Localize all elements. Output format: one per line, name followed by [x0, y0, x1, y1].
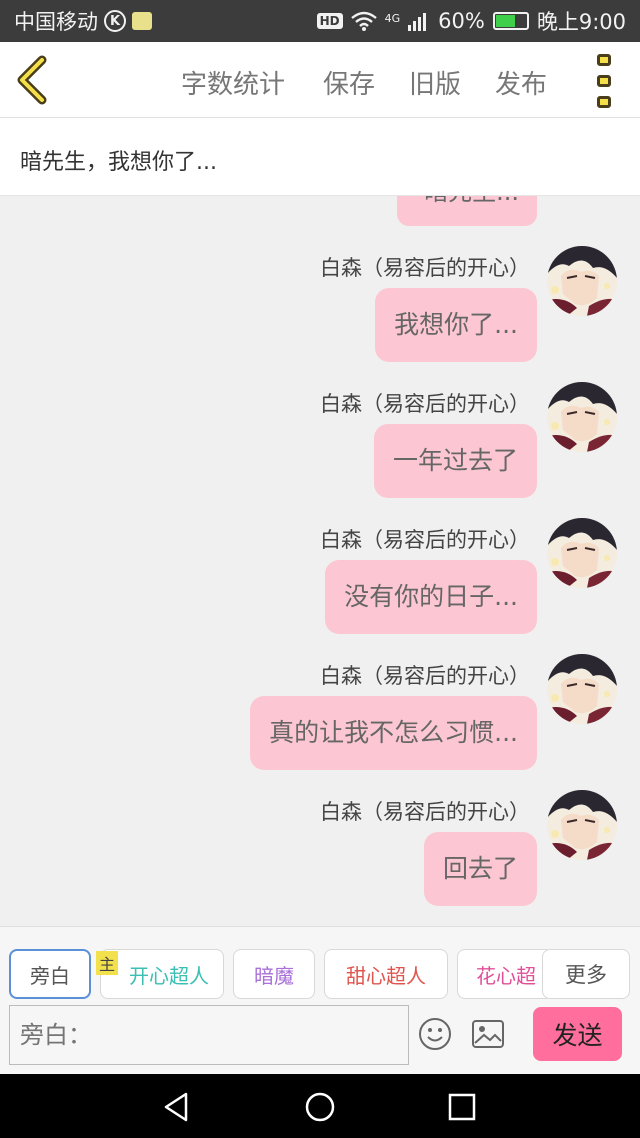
image-button[interactable]: [471, 1019, 505, 1049]
avatar-image: [547, 246, 617, 316]
k-badge-icon: K: [104, 10, 126, 32]
story-title[interactable]: 暗先生，我想你了...: [0, 118, 640, 196]
message-input[interactable]: [9, 1005, 409, 1065]
publish-button[interactable]: 发布: [495, 64, 547, 101]
message-bubble[interactable]: 回去了: [423, 832, 537, 906]
wifi-icon: [350, 11, 377, 31]
battery-icon: [492, 12, 529, 30]
message-bubble[interactable]: 真的让我不怎么习惯...: [250, 696, 537, 770]
back-button[interactable]: [12, 54, 58, 106]
role-label: 开心超人: [129, 963, 209, 988]
recents-square-icon[interactable]: [445, 1090, 479, 1124]
send-button[interactable]: 发送: [533, 1007, 622, 1061]
app-header: 字数统计 保存 旧版 发布: [0, 42, 640, 118]
menu-dot-icon: [597, 54, 611, 66]
carrier-label: 中国移动: [14, 10, 98, 34]
save-button[interactable]: 保存: [323, 64, 375, 101]
role-label: 暗魔: [254, 963, 294, 988]
avatar[interactable]: [547, 382, 617, 452]
system-nav-bar: [0, 1074, 640, 1138]
speaker-name: 白森（易容后的开心）: [320, 800, 530, 824]
role-button[interactable]: 花心超: [457, 949, 547, 999]
speaker-name: 白森（易容后的开心）: [320, 528, 530, 552]
home-circle-icon[interactable]: [303, 1090, 337, 1124]
app-notification-icon: [132, 12, 152, 30]
hd-badge: HD: [316, 13, 343, 29]
message-bubble[interactable]: 没有你的日子...: [325, 560, 537, 634]
avatar[interactable]: [547, 246, 617, 316]
role-button[interactable]: 甜心超人: [324, 949, 448, 999]
image-icon: [472, 1020, 504, 1048]
network-type-label: 4G: [384, 12, 401, 25]
back-triangle-icon[interactable]: [160, 1090, 194, 1124]
speaker-name: 白森（易容后的开心）: [320, 664, 530, 688]
battery-percent: 60%: [438, 9, 485, 33]
role-button-narrator[interactable]: 旁白: [9, 949, 91, 999]
avatar[interactable]: [547, 790, 617, 860]
speaker-name: 白森（易容后的开心）: [320, 392, 530, 416]
smiley-icon: [419, 1018, 451, 1050]
status-bar: 中国移动 K HD 4G 60% 晚上9:00: [0, 0, 640, 42]
old-version-button[interactable]: 旧版: [409, 64, 461, 101]
role-label: 旁白: [30, 963, 70, 988]
more-menu-button[interactable]: [592, 54, 616, 108]
avatar-image: [547, 382, 617, 452]
chevron-left-icon: [17, 55, 47, 105]
message-bubble[interactable]: 一年过去了: [373, 424, 537, 498]
chat-bubble-clipped[interactable]: 暗先生...: [397, 196, 537, 226]
avatar[interactable]: [547, 654, 617, 724]
message-bubble[interactable]: 我想你了...: [375, 288, 537, 362]
compose-bar: 旁白 开心超人 主 暗魔 甜心超人 花心超 更多 发送: [0, 926, 640, 1074]
avatar-image: [547, 654, 617, 724]
role-button[interactable]: 开心超人: [100, 949, 224, 999]
role-label: 甜心超人: [346, 963, 426, 988]
speaker-name: 白森（易容后的开心）: [320, 256, 530, 280]
chat-area[interactable]: 暗先生... 白森（易容后的开心） 我想你了... 白森（易容后的开心） 一年过…: [0, 196, 640, 926]
menu-dot-icon: [597, 75, 611, 87]
emoji-button[interactable]: [418, 1017, 452, 1051]
main-role-tag: 主: [96, 951, 118, 975]
clock: 晚上9:00: [536, 10, 626, 34]
more-roles-button[interactable]: 更多: [542, 949, 630, 999]
menu-dot-icon: [597, 96, 611, 108]
avatar[interactable]: [547, 518, 617, 588]
signal-icon: [408, 13, 427, 31]
role-label: 花心超: [476, 963, 536, 988]
word-count-button[interactable]: 字数统计: [181, 64, 285, 101]
role-button[interactable]: 暗魔: [233, 949, 315, 999]
avatar-image: [547, 790, 617, 860]
avatar-image: [547, 518, 617, 588]
